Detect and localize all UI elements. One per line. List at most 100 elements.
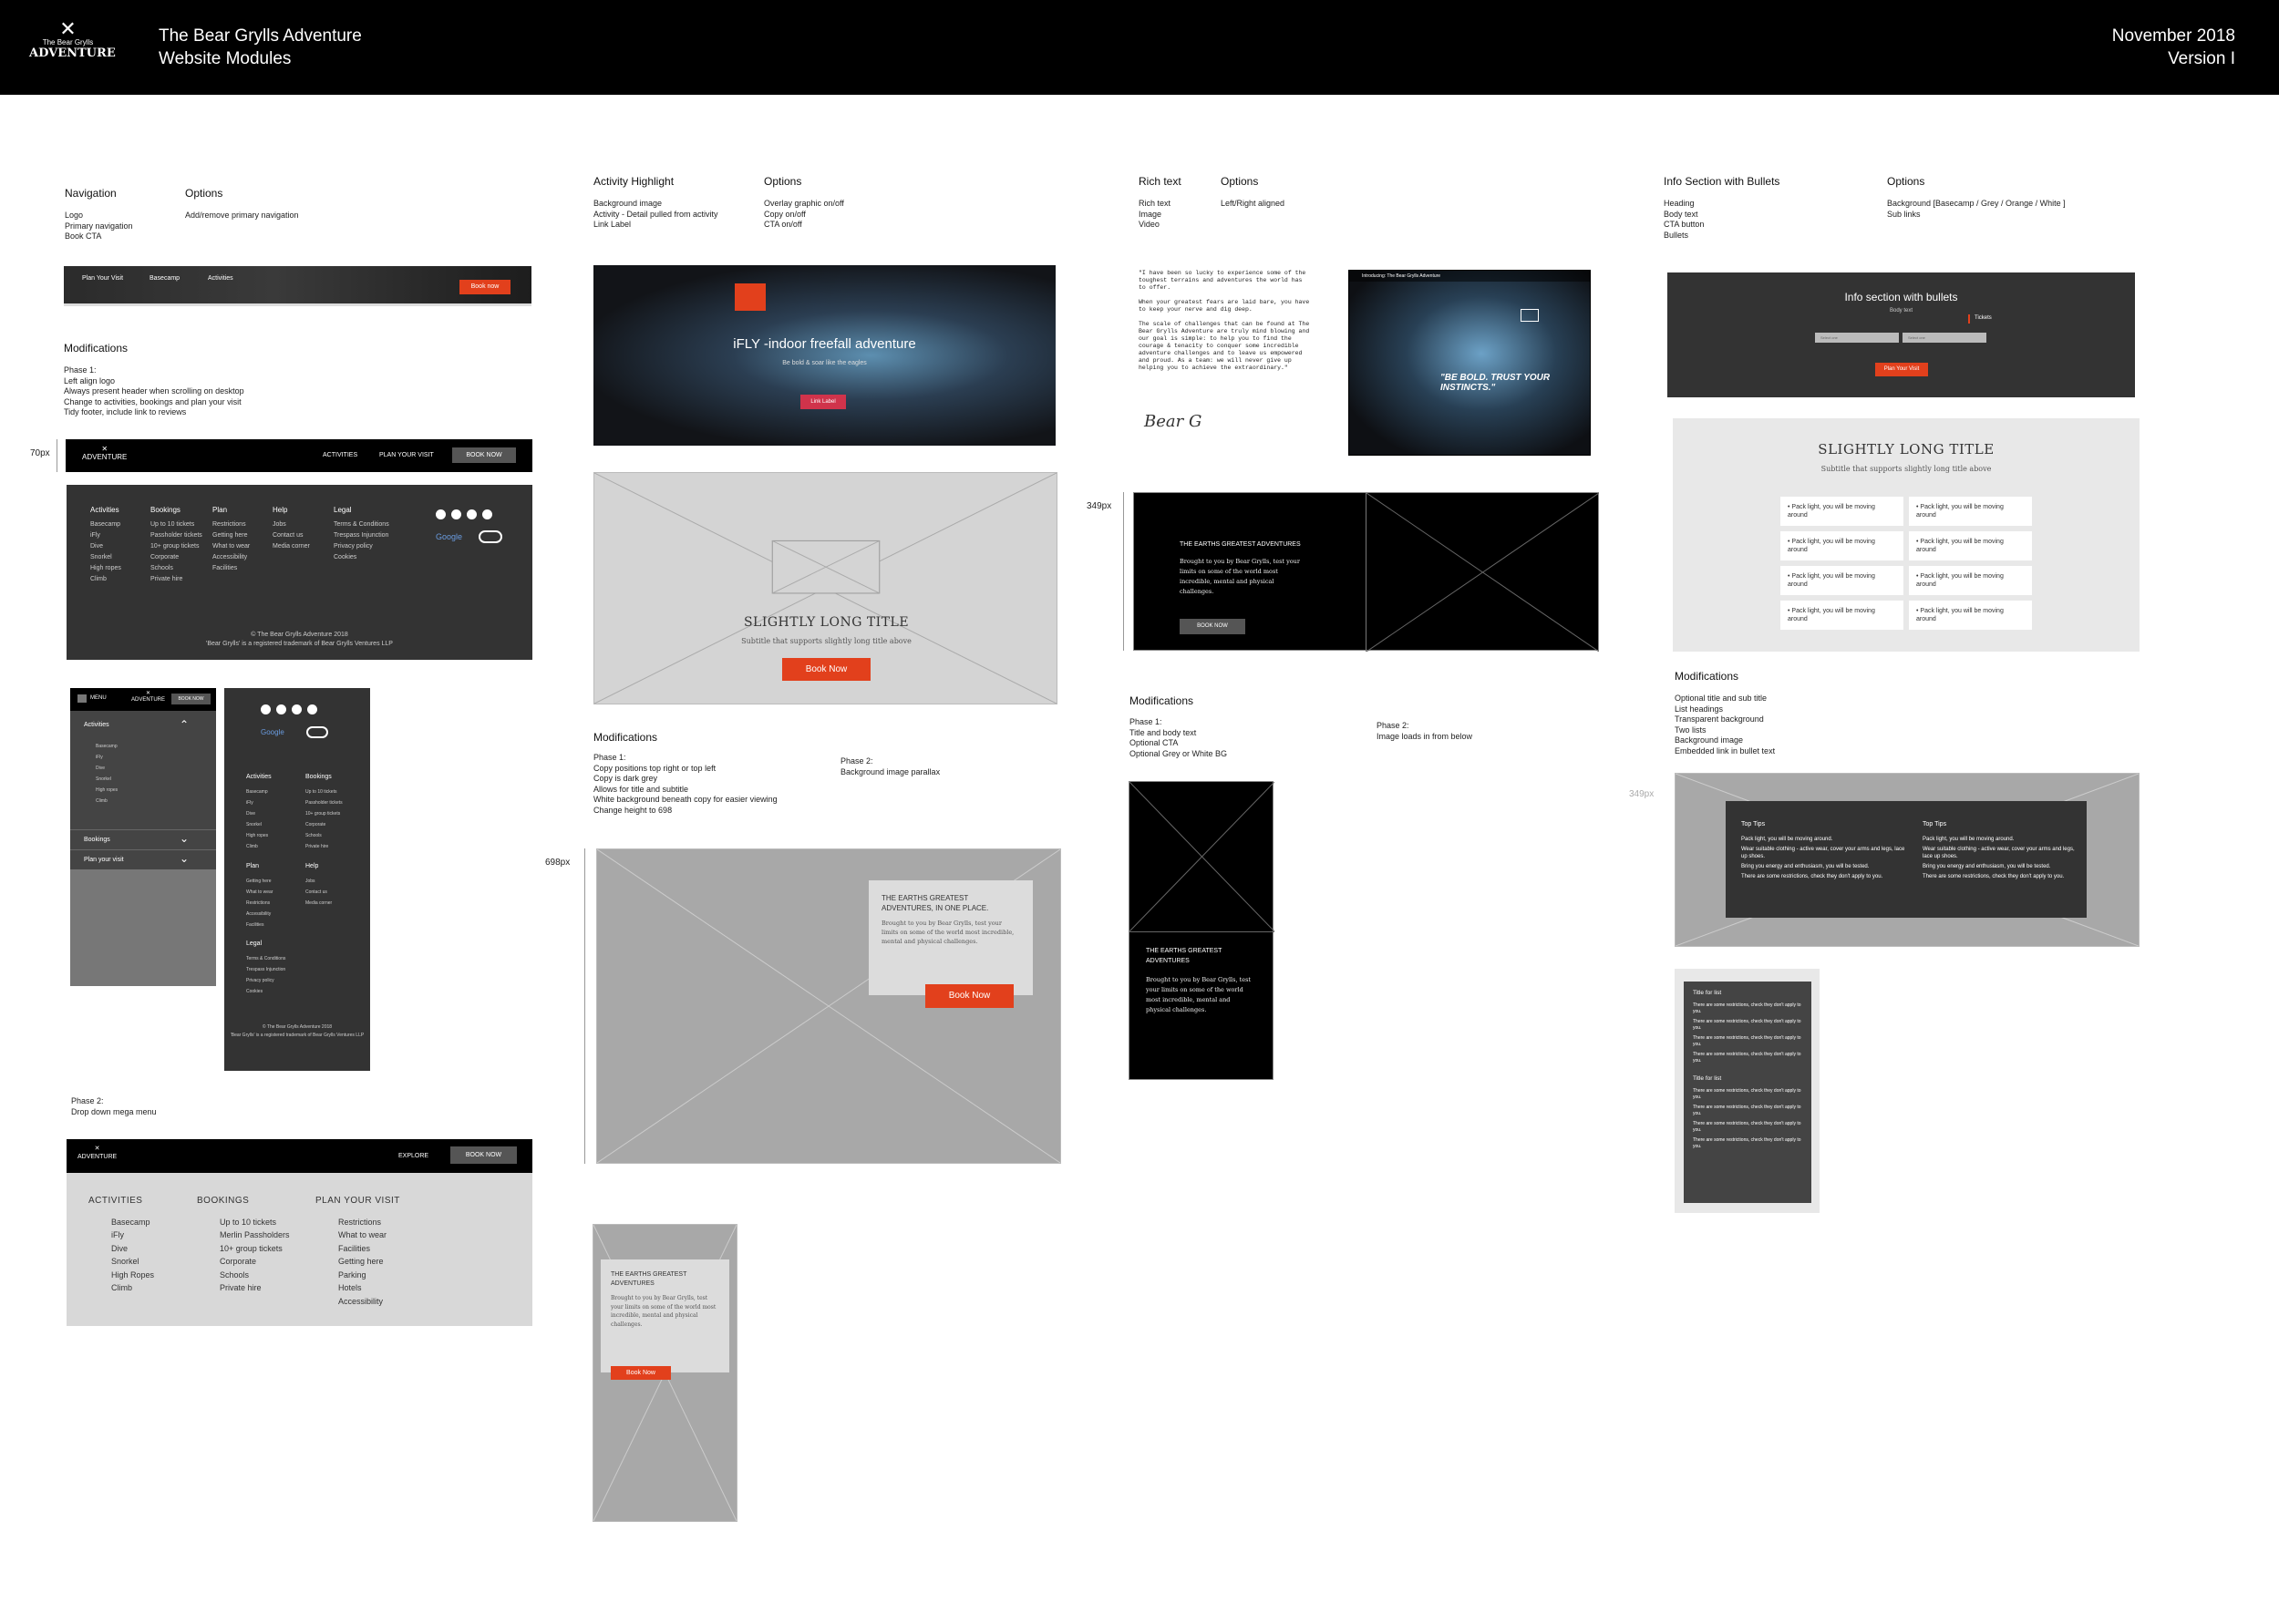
tab-tickets[interactable]: Tickets <box>1975 315 1992 321</box>
nav-preview-cta[interactable]: Book now <box>459 280 510 294</box>
chevron-down-icon[interactable]: ⌄ <box>180 852 189 865</box>
info-mobile-block: Title for list There are some restrictio… <box>1675 969 1820 1213</box>
mobile-menu: MENU ✕ ADVENTURE BOOK NOW Activities ⌃ Ba… <box>70 688 216 986</box>
nav-book-button[interactable]: BOOK NOW <box>452 447 516 463</box>
select-field[interactable]: Select one <box>1815 333 1899 343</box>
doc-title: The Bear Grylls Adventure Website Module… <box>159 25 362 70</box>
social-icons <box>436 508 498 524</box>
mobile-bookings-label[interactable]: Bookings <box>84 837 110 843</box>
mega-explore[interactable]: EXPLORE <box>398 1153 428 1159</box>
video-title: Introducing: The Bear Grylls Adventure <box>1362 273 1441 279</box>
tips-list: Top Tips Pack light, you will be moving … <box>1741 821 1905 879</box>
nav-phase2: Phase 2: Drop down mega menu <box>71 1096 157 1116</box>
nav-link-activities[interactable]: ACTIVITIES <box>323 452 357 458</box>
activity-height-label: 698px <box>545 858 571 868</box>
twitter-icon[interactable] <box>482 509 492 519</box>
ifly-logo-icon <box>735 283 766 311</box>
desktop-footer: Activities Basecamp iFly Dive Snorkel Hig… <box>67 485 532 660</box>
panel-book-button[interactable]: Book Now <box>925 984 1014 1008</box>
menu-label[interactable]: MENU <box>90 695 107 701</box>
desktop-nav: ✕ ADVENTURE ACTIVITIES PLAN YOUR VISIT BO… <box>66 439 532 472</box>
tips-heading: Top Tips <box>1923 821 1947 827</box>
wire-book-button[interactable]: Book Now <box>782 658 871 681</box>
mega-book-button[interactable]: BOOK NOW <box>450 1146 517 1164</box>
nav-items: Logo Primary navigation Book CTA <box>65 211 133 241</box>
bullet-box: • Pack light, you will be moving around <box>1909 497 2032 526</box>
bullet-box: • Pack light, you will be moving around <box>1909 566 2032 595</box>
chevron-down-icon[interactable]: ⌄ <box>180 832 189 845</box>
mobile-plan-label[interactable]: Plan your visit <box>84 857 124 863</box>
mobile-logo-icon: ✕ ADVENTURE <box>131 691 166 703</box>
tips-list: Top Tips Pack light, you will be moving … <box>1923 821 2078 880</box>
nav-preview-link[interactable]: Activities <box>208 275 233 282</box>
mobile-google-logo[interactable]: Google <box>261 728 284 736</box>
google-reviews-logo[interactable]: Google <box>436 532 462 541</box>
mobile-book-button[interactable]: BOOK NOW <box>171 694 211 704</box>
activity-wireframe: SLIGHTLY LONG TITLE Subtitle that suppor… <box>593 472 1057 704</box>
mega-col[interactable]: BOOKINGS Up to 10 tickets Merlin Passhold… <box>197 1195 290 1295</box>
placeholder-cross-icon <box>1129 782 1274 931</box>
mobile-panel-book-button[interactable]: Book Now <box>611 1366 671 1380</box>
tips-heading: Top Tips <box>1741 821 1766 827</box>
select-field[interactable]: Select one <box>1903 333 1986 343</box>
block-book-button[interactable]: BOOK NOW <box>1180 619 1245 634</box>
richtext-phase2: Phase 2: Image loads in from below <box>1377 721 1473 741</box>
info-height-label: 349px <box>1629 789 1655 799</box>
nav-preview: Plan Your Visit Basecamp Activities Book… <box>64 266 531 306</box>
info-mods-heading: Modifications <box>1675 670 1739 683</box>
youtube-icon[interactable] <box>467 509 477 519</box>
mega-col[interactable]: PLAN YOUR VISIT Restrictions What to wear… <box>315 1195 400 1308</box>
activity-options-heading: Options <box>764 175 802 188</box>
mobile-footer-col: Legal Terms & Conditions Trespass Injunct… <box>246 940 286 994</box>
tripadvisor-icon[interactable] <box>306 726 328 738</box>
activity-options: Overlay graphic on/off Copy on/off CTA o… <box>764 199 844 229</box>
play-icon[interactable] <box>1521 309 1539 322</box>
panel-title: THE EARTHS GREATEST ADVENTURES, IN ONE P… <box>882 894 989 912</box>
mobile-social-icons <box>261 703 323 719</box>
mobile-block-body: Brought to you by Bear Grylls, test your… <box>1146 976 1252 1013</box>
block-title: THE EARTHS GREATEST ADVENTURES <box>1180 541 1301 548</box>
mobile-footer-copyright: © The Bear Grylls Adventure 2018 'Bear G… <box>230 1024 365 1038</box>
block-body: Brought to you by Bear Grylls, test your… <box>1180 558 1300 595</box>
nav-preview-link[interactable]: Basecamp <box>150 275 180 282</box>
logo: ✕ The Bear Grylls ADVENTURE <box>29 19 116 71</box>
mobile-activities-label[interactable]: Activities <box>84 722 109 728</box>
chevron-up-icon[interactable]: ⌃ <box>180 718 189 731</box>
nav-phase1: Phase 1: Left align logo Always present … <box>64 365 244 416</box>
placeholder-cross-icon <box>1366 493 1599 652</box>
top-header: ✕ The Bear Grylls ADVENTURE The Bear Gry… <box>0 0 2279 95</box>
footer-col: Help Jobs Contact us Media corner <box>273 506 310 550</box>
nav-link-plan[interactable]: PLAN YOUR VISIT <box>379 452 434 458</box>
nav-preview-link[interactable]: Plan Your Visit <box>82 275 123 282</box>
footer-col: Plan Restrictions Getting here What to we… <box>212 506 251 571</box>
footer-copyright: © The Bear Grylls Adventure 2018 'Bear G… <box>206 632 393 647</box>
nav-height-label: 70px <box>30 448 50 458</box>
richtext-block: THE EARTHS GREATEST ADVENTURES Brought t… <box>1133 492 1599 652</box>
hero-sub: Be bold & soar like the eagles <box>782 360 867 366</box>
mobile-activity-items[interactable]: Basecamp iFly Dive Snorkel High ropes Cl… <box>96 741 118 807</box>
menu-icon[interactable] <box>77 694 87 703</box>
plan-visit-button[interactable]: Plan Your Visit <box>1875 363 1928 376</box>
mobile-block-title: THE EARTHS GREATEST ADVENTURES <box>1146 948 1222 964</box>
doc-date: November 2018 <box>2111 26 2235 46</box>
richtext-height-label: 349px <box>1087 501 1112 511</box>
tripadvisor-icon[interactable] <box>479 530 502 543</box>
nav-logo-icon: ✕ ADVENTURE <box>82 445 128 461</box>
mega-menu: ✕ ADVENTURE EXPLORE BOOK NOW ACTIVITIES Ba… <box>67 1139 532 1326</box>
mega-col[interactable]: ACTIVITIES Basecamp iFly Dive Snorkel Hig… <box>88 1195 154 1295</box>
mobile-list-title: Title for list <box>1693 1075 1722 1082</box>
hero-cta[interactable]: Link Label <box>800 395 846 409</box>
info-dark-title: Info section with bullets <box>1844 291 1958 303</box>
nav-options: Add/remove primary navigation <box>185 211 299 220</box>
instagram-icon[interactable] <box>436 509 446 519</box>
richtext-options-heading: Options <box>1221 175 1259 188</box>
mobile-footer-col: Plan Getting here What to wear Restrictio… <box>246 863 273 928</box>
video-player: Introducing: The Bear Grylls Adventure "… <box>1348 270 1591 456</box>
activity-mods-heading: Modifications <box>593 731 658 744</box>
activity-items: Background image Activity - Detail pulle… <box>593 199 718 229</box>
mobile-panel-title: THE EARTHS GREATEST ADVENTURES <box>611 1271 687 1287</box>
facebook-icon[interactable] <box>451 509 461 519</box>
panel-body: Brought to you by Bear Grylls, test your… <box>882 920 1015 945</box>
mobile-panel-body: Brought to you by Bear Grylls, test your… <box>611 1295 717 1328</box>
mobile-footer-col: Help Jobs Contact us Media corner <box>305 863 333 906</box>
